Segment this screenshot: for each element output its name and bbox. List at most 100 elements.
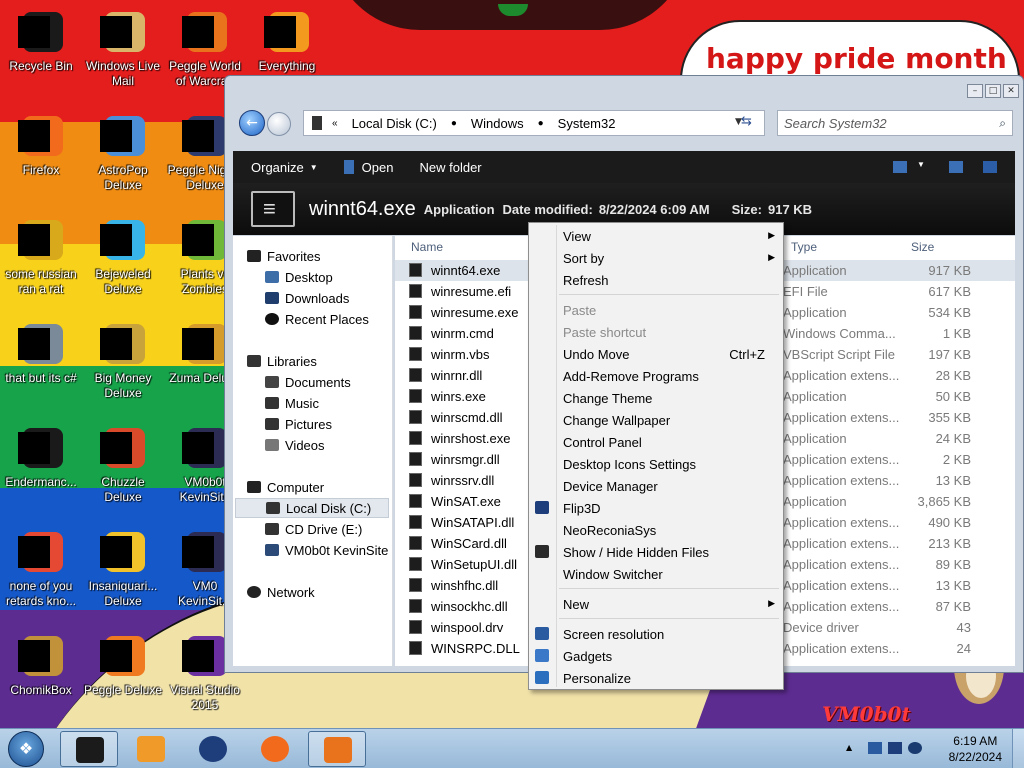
- taskbar-button[interactable]: [122, 731, 180, 767]
- preview-pane-icon[interactable]: [949, 161, 963, 173]
- taskbar-button[interactable]: [308, 731, 366, 767]
- desktop-icon-item[interactable]: Chuzzle Deluxe: [82, 424, 164, 505]
- breadcrumb-windows[interactable]: Windows: [471, 116, 524, 131]
- menu-item-paste-shortcut[interactable]: Paste shortcut: [529, 321, 783, 343]
- change-view-icon[interactable]: [893, 161, 907, 173]
- menu-item-add-remove-programs[interactable]: Add-Remove Programs: [529, 365, 783, 387]
- help-icon[interactable]: [983, 161, 997, 173]
- menu-item-gadgets[interactable]: Gadgets: [529, 645, 783, 667]
- file-type: Application extens...: [783, 536, 900, 551]
- menu-item-refresh[interactable]: Refresh: [529, 269, 783, 291]
- desktop-icon-item[interactable]: Windows Live Mail: [82, 8, 164, 89]
- menu-item-screen-resolution[interactable]: Screen resolution: [529, 623, 783, 645]
- file-size: 24 KB: [935, 431, 971, 446]
- taskbar-button[interactable]: [246, 731, 304, 767]
- desktop-icon-item[interactable]: Everything: [246, 8, 328, 74]
- menu-item-sort-by[interactable]: Sort by ▶: [529, 247, 783, 269]
- column-header-size[interactable]: Size: [911, 240, 934, 254]
- search-icon[interactable]: ⌕: [999, 116, 1006, 131]
- menu-item-neoreconiasys[interactable]: NeoReconiaSys: [529, 519, 783, 541]
- nav-videos[interactable]: Videos: [265, 435, 325, 455]
- tray-arrow-icon[interactable]: ▲: [846, 743, 860, 755]
- nav-recent-places[interactable]: Recent Places: [265, 309, 369, 329]
- maximize-button[interactable]: □: [985, 84, 1001, 98]
- desktop-icon-item[interactable]: some russian ran a rat: [0, 216, 82, 297]
- file-type: Application extens...: [783, 557, 900, 572]
- desktop-icon-item[interactable]: Peggle Deluxe: [82, 632, 164, 698]
- breadcrumb-separator[interactable]: ●: [451, 118, 457, 129]
- desktop-icon-label: some russian ran a rat: [5, 267, 77, 296]
- nav-cd-drive[interactable]: CD Drive (E:): [265, 519, 362, 539]
- taskbar-button[interactable]: [60, 731, 118, 767]
- clock[interactable]: 6:19 AM 8/22/2024: [949, 733, 1002, 765]
- desktop-icon-item[interactable]: Recycle Bin: [0, 8, 82, 74]
- menu-item-control-panel[interactable]: Control Panel: [529, 431, 783, 453]
- file-icon: [409, 410, 422, 424]
- menu-item-view[interactable]: View ▶: [529, 225, 783, 247]
- organize-button[interactable]: Organize ▼: [251, 160, 318, 175]
- menu-item-paste[interactable]: Paste: [529, 299, 783, 321]
- menu-item-flip3d[interactable]: Flip3D: [529, 497, 783, 519]
- network-tray-icon[interactable]: [868, 742, 882, 754]
- show-desktop-button[interactable]: [1012, 729, 1024, 768]
- nav-pictures[interactable]: Pictures: [265, 414, 332, 434]
- desktop-icon-item[interactable]: Endermanc...: [0, 424, 82, 490]
- nav-downloads[interactable]: Downloads: [265, 288, 349, 308]
- start-button[interactable]: ❖: [8, 731, 44, 767]
- nav-music[interactable]: Music: [265, 393, 319, 413]
- nav-libraries[interactable]: Libraries: [247, 351, 317, 371]
- search-input[interactable]: Search System32 ⌕: [777, 110, 1013, 136]
- menu-item-new[interactable]: New ▶: [529, 593, 783, 615]
- minimize-button[interactable]: –: [967, 84, 983, 98]
- desktop-icon-item[interactable]: ChomikBox: [0, 632, 82, 698]
- back-button[interactable]: ←: [239, 110, 265, 136]
- nav-local-disk[interactable]: Local Disk (C:): [235, 498, 389, 518]
- menu-item-window-switcher[interactable]: Window Switcher: [529, 563, 783, 585]
- breadcrumb-system32[interactable]: System32: [558, 116, 616, 131]
- personalize-icon: [535, 671, 549, 684]
- nav-vm-kevinsite[interactable]: VM0b0t KevinSite: [265, 540, 388, 560]
- menu-item-personalize[interactable]: Personalize: [529, 667, 783, 689]
- desktop-icon-label: Bejeweled Deluxe: [95, 267, 151, 296]
- column-header-type[interactable]: Type: [791, 240, 817, 254]
- nav-favorites[interactable]: Favorites: [247, 246, 320, 266]
- open-button[interactable]: Open: [343, 160, 393, 175]
- breadcrumb-local-disk[interactable]: Local Disk (C:): [352, 116, 437, 131]
- column-header-name[interactable]: Name: [411, 240, 443, 254]
- menu-item-change-wallpaper[interactable]: Change Wallpaper: [529, 409, 783, 431]
- desktop-icon-item[interactable]: AstroPop Deluxe: [82, 112, 164, 193]
- breadcrumb[interactable]: « Local Disk (C:) ● Windows ● System32: [303, 110, 765, 136]
- breadcrumb-overflow[interactable]: «: [332, 118, 338, 129]
- desktop-icon-item[interactable]: none of you retards kno...: [0, 528, 82, 609]
- nav-computer[interactable]: Computer: [247, 477, 324, 497]
- desktop-icon-item[interactable]: Insaniquari... Deluxe: [82, 528, 164, 609]
- desktop-icon-item[interactable]: Bejeweled Deluxe: [82, 216, 164, 297]
- action-center-icon[interactable]: [888, 742, 902, 754]
- close-button[interactable]: ✕: [1003, 84, 1019, 98]
- new-folder-button[interactable]: New folder: [419, 160, 481, 175]
- breadcrumb-separator[interactable]: ●: [538, 118, 544, 129]
- file-name: winrs.exe: [431, 389, 486, 404]
- menu-item-undo-move[interactable]: Undo Move Ctrl+Z: [529, 343, 783, 365]
- menu-item-change-theme[interactable]: Change Theme: [529, 387, 783, 409]
- menu-item-label: Add-Remove Programs: [563, 369, 699, 384]
- desktop-icon-item[interactable]: that but its c#: [0, 320, 82, 386]
- file-icon: [409, 515, 422, 529]
- menu-item-device-manager[interactable]: Device Manager: [529, 475, 783, 497]
- menu-item-show-hide-hidden-files[interactable]: Show / Hide Hidden Files: [529, 541, 783, 563]
- forward-button[interactable]: [267, 112, 291, 136]
- desktop-icon-item[interactable]: Firefox: [0, 112, 82, 178]
- file-name: WinSATAPI.dll: [431, 515, 515, 530]
- nav-documents[interactable]: Documents: [265, 372, 351, 392]
- videos-icon: [265, 439, 279, 451]
- file-size: 490 KB: [928, 515, 971, 530]
- refresh-icon[interactable]: ⇆: [741, 114, 752, 129]
- nav-desktop[interactable]: Desktop: [265, 267, 333, 287]
- desktop-icon-item[interactable]: Big Money Deluxe: [82, 320, 164, 401]
- menu-item-desktop-icons-settings[interactable]: Desktop Icons Settings: [529, 453, 783, 475]
- monitor-icon: [535, 627, 549, 640]
- view-dropdown-icon[interactable]: ▼: [917, 160, 925, 169]
- nav-network[interactable]: Network: [247, 582, 315, 602]
- taskbar-button[interactable]: [184, 731, 242, 767]
- volume-icon[interactable]: [908, 742, 922, 754]
